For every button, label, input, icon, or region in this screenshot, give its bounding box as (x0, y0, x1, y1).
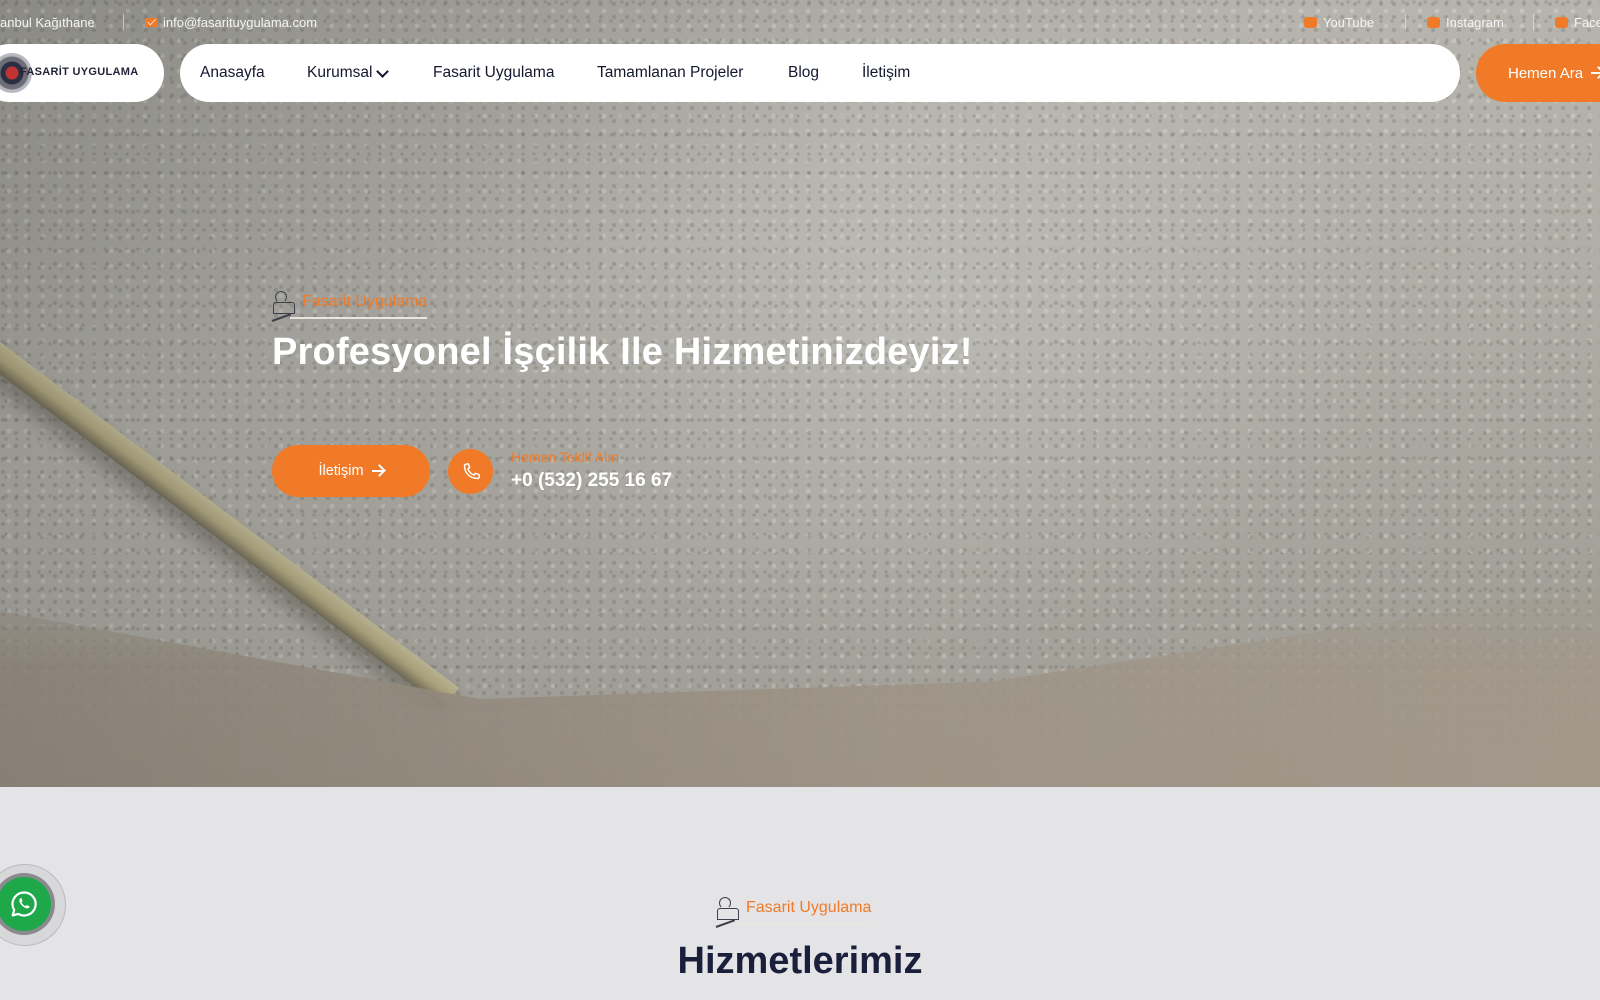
hero-overlay (0, 0, 1600, 787)
call-now-label: Hemen Ara (1508, 64, 1584, 82)
facebook-link[interactable]: Face (1555, 15, 1600, 30)
nav-item-anasayfa[interactable]: Anasayfa (200, 64, 265, 82)
nav-item-tamamlanan-projeler[interactable]: Tamamlanan Projeler (597, 64, 743, 82)
services-eyebrow-text: Fasarit Uygulama (746, 899, 872, 916)
arrow-right-icon (1591, 72, 1600, 74)
hero-eyebrow: Fasarit Uygulama (272, 291, 428, 319)
facebook-icon (1555, 17, 1568, 28)
whatsapp-icon (11, 891, 37, 917)
call-now-button[interactable]: Hemen Ara (1476, 44, 1600, 102)
nav-item-blog[interactable]: Blog (788, 64, 819, 82)
logo-text: FASARİT UYGULAMA (20, 66, 139, 78)
quote-label: Hemen Teklif Alın (511, 449, 619, 465)
instagram-link[interactable]: Instagram (1427, 15, 1504, 30)
address-text: anbul Kağıthane (0, 15, 95, 30)
youtube-link[interactable]: YouTube (1304, 15, 1374, 30)
mail-icon (145, 18, 157, 27)
services-title: Hizmetlerimiz (677, 940, 923, 982)
worker-icon (716, 897, 739, 920)
nav-item-fasarit-uygulama[interactable]: Fasarit Uygulama (433, 64, 554, 82)
nav-item-iletisim[interactable]: İletişim (862, 64, 910, 82)
worker-icon (272, 291, 295, 314)
main-navigation: Anasayfa Kurumsal Fasarit Uygulama Tamam… (180, 44, 1460, 102)
hero-eyebrow-text: Fasarit Uygulama (302, 293, 428, 310)
instagram-label: Instagram (1446, 15, 1504, 30)
hero-title: Profesyonel İşçilik Ile Hizmetinizdeyiz! (272, 331, 973, 373)
eyebrow-underline (716, 923, 872, 925)
contact-button-label: İletişim (318, 463, 364, 479)
top-bar: anbul Kağıthane info@fasarituygulama.com… (0, 0, 1600, 44)
email-text: info@fasarituygulama.com (163, 15, 318, 30)
facebook-label: Face (1574, 15, 1600, 30)
hero-background (0, 0, 1600, 787)
divider (1533, 14, 1534, 30)
youtube-label: YouTube (1323, 15, 1375, 30)
services-eyebrow: Fasarit Uygulama (716, 897, 872, 925)
nav-item-kurumsal[interactable]: Kurumsal (307, 64, 390, 82)
arrow-right-icon (371, 470, 384, 472)
chevron-down-icon (376, 64, 390, 78)
contact-button[interactable]: İletişim (272, 445, 430, 497)
instagram-icon (1427, 17, 1440, 28)
youtube-icon (1304, 17, 1317, 28)
phone-number[interactable]: +0 (532) 255 16 67 (511, 470, 672, 492)
divider (1405, 14, 1406, 30)
eyebrow-underline (272, 317, 428, 319)
divider (123, 14, 124, 30)
phone-icon (463, 462, 480, 479)
email-link[interactable]: info@fasarituygulama.com (145, 15, 317, 30)
logo[interactable]: FASARİT UYGULAMA (0, 44, 164, 102)
nav-item-label: Kurumsal (307, 64, 373, 81)
phone-button[interactable] (448, 449, 493, 494)
